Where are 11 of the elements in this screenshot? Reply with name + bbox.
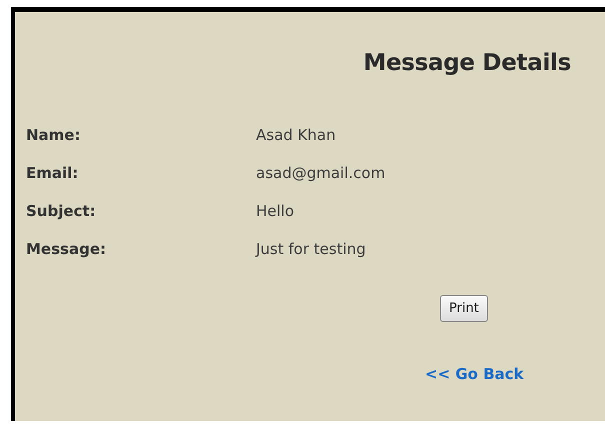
go-back-link[interactable]: << Go Back	[425, 365, 524, 383]
print-button[interactable]: Print	[440, 295, 488, 322]
field-value: Just for testing	[256, 240, 367, 258]
field-value: Hello	[256, 202, 296, 220]
field-label: Subject:	[26, 202, 97, 220]
field-label: Message:	[26, 240, 107, 258]
field-label: Email:	[26, 164, 80, 182]
field-label: Name:	[26, 126, 82, 144]
page-title: Message Details	[363, 50, 571, 76]
field-value: Asad Khan	[256, 126, 337, 144]
field-value: asad@gmail.com	[256, 164, 386, 182]
